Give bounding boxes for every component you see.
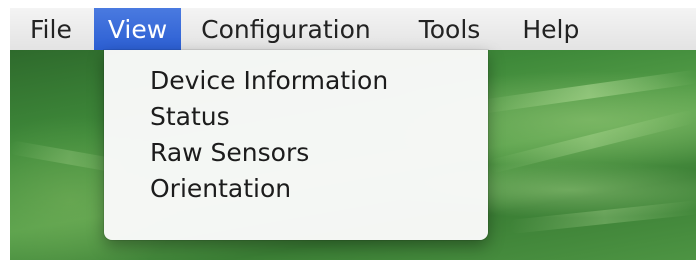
menu-help[interactable]: Help [502,8,589,50]
menu-item-raw-sensors[interactable]: Raw Sensors [104,134,488,170]
menu-file[interactable]: File [10,8,94,50]
menu-view[interactable]: View [93,8,182,50]
wallpaper-grass-streak [488,109,696,174]
menu-item-device-information[interactable]: Device Information [104,62,488,98]
view-menu-dropdown: Device Information Status Raw Sensors Or… [104,50,488,240]
menu-configuration[interactable]: Configuration [181,8,399,50]
menu-item-status[interactable]: Status [104,98,488,134]
menu-item-orientation[interactable]: Orientation [104,170,488,206]
menu-bar: File View Configuration Tools Help [10,8,696,50]
menu-tools[interactable]: Tools [399,8,503,50]
wallpaper-grass-streak [479,69,696,114]
wallpaper-grass-streak [509,200,696,234]
desktop: File View Configuration Tools Help Devic… [0,0,696,260]
